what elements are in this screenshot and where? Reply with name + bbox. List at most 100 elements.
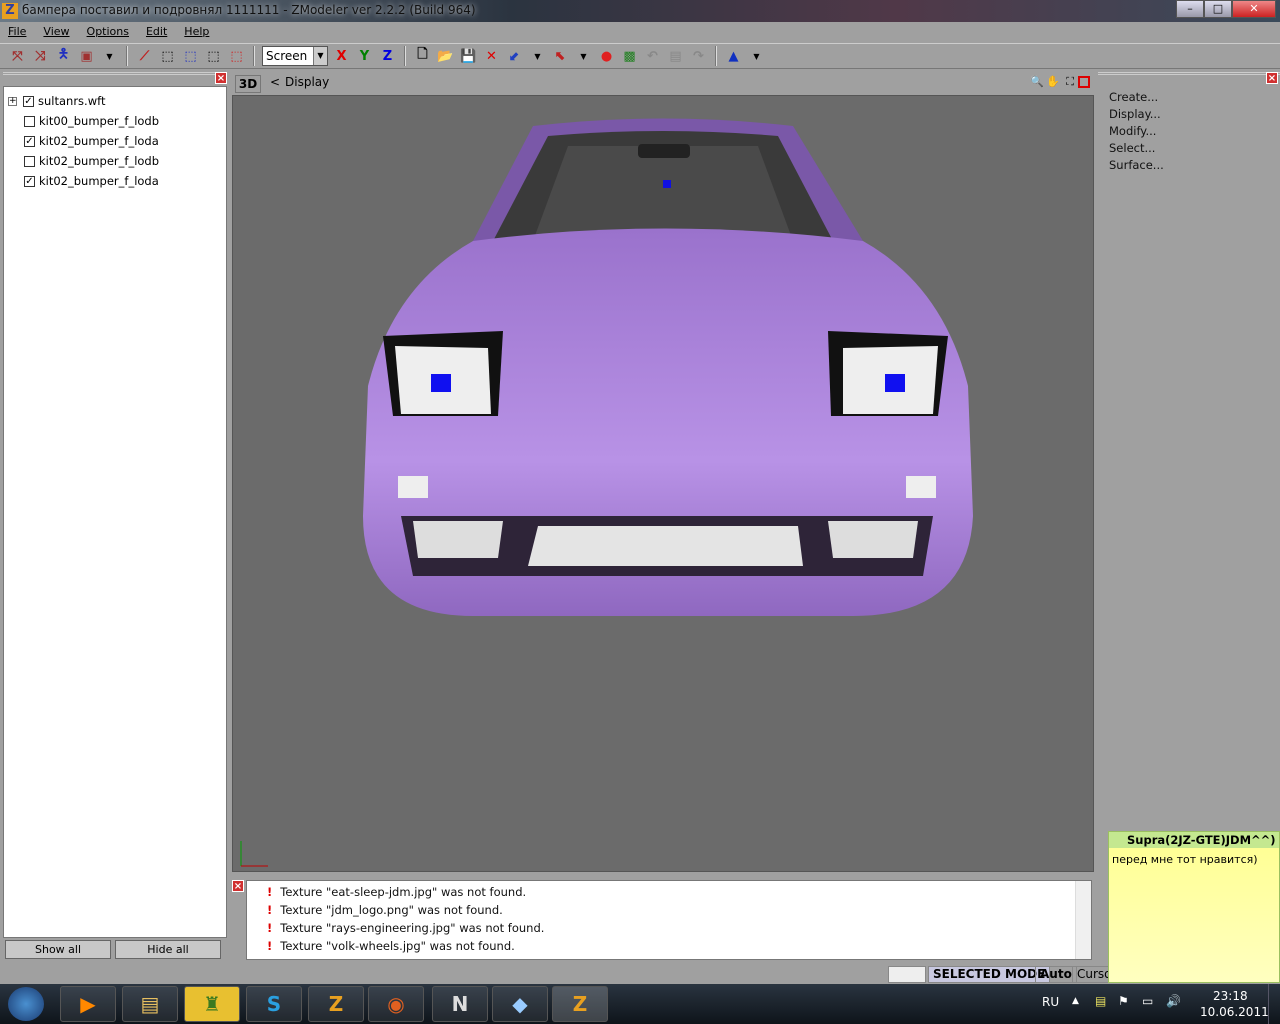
app-task[interactable]: ◆ [492, 986, 548, 1022]
select-vertex-icon[interactable]: ⤧ [8, 47, 27, 66]
object-tree: + ✓ sultanrs.wft kit00_bumper_f_lodb ✓ kit0… [3, 86, 227, 938]
dropdown-arrow-icon[interactable]: ▼ [747, 47, 766, 66]
clipboard-icon[interactable]: ▤ [666, 47, 685, 66]
sticky-note: Supra(2JZ-GTE)JDM^^) перед мне тот нрави… [1108, 831, 1280, 983]
menu-options[interactable]: Options [87, 22, 138, 42]
language-indicator[interactable]: RU [1042, 995, 1059, 1009]
save-icon[interactable]: 💾 [459, 47, 478, 66]
hide-all-button[interactable]: Hide all [115, 940, 221, 959]
tree-item[interactable]: kit02_bumper_f_lodb [4, 151, 226, 171]
import-icon[interactable]: ⬋ [505, 47, 524, 66]
cube-faces-icon[interactable]: ⬚ [204, 47, 223, 66]
close-button[interactable]: ✕ [1232, 0, 1276, 18]
view-mode-button[interactable]: 3D [235, 75, 261, 93]
error-icon: ! [267, 921, 273, 935]
close-panel-icon[interactable]: × [215, 72, 227, 84]
visibility-checkbox[interactable]: ✓ [24, 135, 35, 147]
expand-icon[interactable]: + [8, 96, 17, 106]
minimize-button[interactable]: – [1176, 0, 1204, 18]
command-create[interactable]: Create... [1098, 90, 1280, 107]
skype-task[interactable]: S [246, 986, 302, 1022]
log-entry: ! Texture "volk-wheels.jpg" was not found… [267, 939, 515, 953]
visibility-checkbox[interactable] [24, 155, 35, 167]
log-list: ! Texture "eat-sleep-jdm.jpg" was not fou… [246, 880, 1092, 960]
show-desktop-button[interactable] [1268, 984, 1280, 1024]
error-icon: ! [267, 903, 273, 917]
export-icon[interactable]: ⬉ [551, 47, 570, 66]
cube-icon[interactable]: ⬚ [158, 47, 177, 66]
dropdown-arrow-icon[interactable]: ▼ [100, 47, 119, 66]
command-surface[interactable]: Surface... [1098, 158, 1280, 175]
clock-date[interactable]: 10.06.2011 [1200, 1005, 1269, 1019]
log-entry: ! Texture "rays-engineering.jpg" was not … [267, 921, 545, 935]
network-icon[interactable]: ▭ [1142, 994, 1153, 1008]
show-all-button[interactable]: Show all [5, 940, 111, 959]
maximize-button[interactable]: □ [1204, 0, 1232, 18]
clock-time[interactable]: 23:18 [1213, 989, 1248, 1003]
note-body: перед мне тот нравится) [1112, 853, 1258, 866]
volume-icon[interactable]: 🔊 [1166, 994, 1181, 1008]
pan-hand-icon[interactable]: ✋ [1046, 75, 1060, 88]
menu-file[interactable]: File [8, 22, 35, 42]
axis-y-toggle[interactable]: Y [355, 47, 374, 66]
tray-expand-icon[interactable]: ▲ [1072, 996, 1079, 1006]
select-object-icon[interactable]: ▣ [77, 47, 96, 66]
visibility-checkbox[interactable] [24, 115, 35, 127]
open-folder-icon[interactable]: 📂 [436, 47, 455, 66]
redo-icon[interactable]: ↷ [689, 47, 708, 66]
menu-help[interactable]: Help [184, 22, 218, 42]
tree-item[interactable]: ✓ kit02_bumper_f_loda [4, 131, 226, 151]
3d-viewport[interactable] [232, 95, 1094, 872]
undo-icon[interactable]: ↶ [643, 47, 662, 66]
log-scrollbar[interactable] [1075, 881, 1091, 959]
maximize-view-icon[interactable]: ⛶ [1066, 75, 1074, 89]
close-log-icon[interactable]: × [232, 880, 244, 892]
close-view-icon[interactable] [1078, 76, 1090, 88]
zmodeler-active-task[interactable]: Z [552, 986, 608, 1022]
tree-item[interactable]: kit00_bumper_f_lodb [4, 111, 226, 131]
command-select[interactable]: Select... [1098, 141, 1280, 158]
new-file-icon[interactable]: 🗋 [413, 47, 432, 66]
title-bar: Z бампера поставил и подровнял 1111111 -… [0, 0, 1280, 22]
action-center-flag-icon[interactable]: ⚑ [1118, 994, 1129, 1008]
select-edge-icon[interactable]: ⤨ [31, 47, 50, 66]
tree-item[interactable]: ✓ kit02_bumper_f_loda [4, 171, 226, 191]
dropdown-arrow-icon[interactable]: ▼ [574, 47, 593, 66]
media-player-task[interactable]: ▶ [60, 986, 116, 1022]
note-title: Supra(2JZ-GTE)JDM^^) [1109, 832, 1279, 848]
coordinate-system-select[interactable]: Screen ▼ [262, 46, 328, 66]
objects-panel: × + ✓ sultanrs.wft kit00_bumper_f_lodb ✓ ki… [3, 72, 227, 962]
firefox-task[interactable]: ◉ [368, 986, 424, 1022]
start-button[interactable] [8, 987, 44, 1021]
explorer-task[interactable]: ▤ [122, 986, 178, 1022]
zmodeler-task[interactable]: Z [308, 986, 364, 1022]
app-task[interactable]: ♜ [184, 986, 240, 1022]
auto-status[interactable]: Auto [1035, 966, 1077, 983]
command-modify[interactable]: Modify... [1098, 124, 1280, 141]
back-button[interactable]: < [270, 75, 280, 89]
close-panel-icon[interactable]: × [1266, 72, 1278, 84]
texture-icon[interactable]: ▩ [620, 47, 639, 66]
dropdown-arrow-icon[interactable]: ▼ [528, 47, 547, 66]
log-entry: ! Texture "jdm_logo.png" was not found. [267, 903, 503, 917]
delete-icon[interactable]: ✕ [482, 47, 501, 66]
status-bar: SELECTED MODE Auto Cursor [0, 964, 1122, 984]
select-figure-icon[interactable]: 🯅 [54, 47, 73, 66]
zoom-icon[interactable]: 🔍 [1030, 75, 1044, 88]
notes-tray-icon[interactable]: ▤ [1095, 994, 1106, 1008]
nvidia-task[interactable]: N [432, 986, 488, 1022]
menu-edit[interactable]: Edit [146, 22, 176, 42]
command-display[interactable]: Display... [1098, 107, 1280, 124]
visibility-checkbox[interactable]: ✓ [23, 95, 34, 107]
axis-z-toggle[interactable]: Z [378, 47, 397, 66]
car-model [240, 118, 973, 867]
tree-item[interactable]: + ✓ sultanrs.wft [4, 91, 226, 111]
tool-arrow-icon[interactable]: ▲ [724, 47, 743, 66]
cube-edges-icon[interactable]: ⬚ [181, 47, 200, 66]
cube-object-icon[interactable]: ⬚ [227, 47, 246, 66]
vertex-mode-icon[interactable]: ⟋ [135, 47, 154, 66]
axis-x-toggle[interactable]: X [332, 47, 351, 66]
menu-view[interactable]: View [43, 22, 78, 42]
render-sphere-icon[interactable]: ● [597, 47, 616, 66]
visibility-checkbox[interactable]: ✓ [24, 175, 35, 187]
